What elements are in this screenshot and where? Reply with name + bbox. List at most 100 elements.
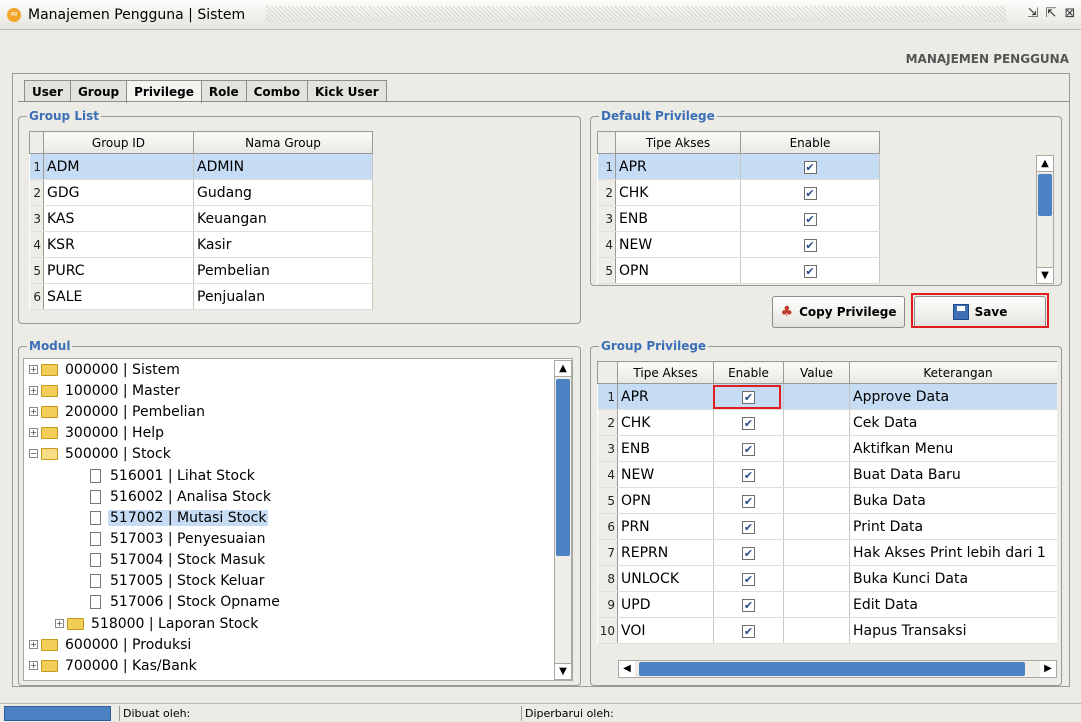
group-id-cell[interactable]: ADM xyxy=(43,153,194,180)
column-header-nama-group[interactable]: Nama Group xyxy=(193,131,373,154)
expand-icon[interactable]: + xyxy=(29,428,38,437)
table-row[interactable]: 4 NEW ✔ xyxy=(597,231,880,258)
table-row[interactable]: 6 PRN ✔ Print Data xyxy=(597,513,1057,540)
tree-item-000000[interactable]: +000000 | Sistem xyxy=(29,359,182,380)
enable-checkbox[interactable]: ✔ xyxy=(803,186,817,200)
access-type-cell[interactable]: REPRN xyxy=(617,539,714,566)
access-type-cell[interactable]: UNLOCK xyxy=(617,565,714,592)
table-row[interactable]: 8 UNLOCK ✔ Buka Kunci Data xyxy=(597,565,1057,592)
scroll-thumb[interactable] xyxy=(1038,174,1052,216)
access-type-cell[interactable]: ENB xyxy=(615,205,741,232)
access-type-cell[interactable]: NEW xyxy=(617,461,714,488)
access-type-cell[interactable]: OPN xyxy=(617,487,714,514)
group-name-cell[interactable]: Pembelian xyxy=(193,257,373,284)
enable-checkbox[interactable]: ✔ xyxy=(742,442,755,456)
expand-icon[interactable]: + xyxy=(29,365,38,374)
table-row[interactable]: 5 OPN ✔ Buka Data xyxy=(597,487,1057,514)
close-icon[interactable]: ⊠ xyxy=(1062,6,1078,22)
enable-checkbox[interactable]: ✔ xyxy=(803,238,817,252)
tab-privilege[interactable]: Privilege xyxy=(126,80,202,103)
expand-icon[interactable]: + xyxy=(29,640,38,649)
tree-item-517004[interactable]: 517004 | Stock Masuk xyxy=(90,549,267,570)
scroll-thumb[interactable] xyxy=(556,379,570,556)
tree-item-517005[interactable]: 517005 | Stock Keluar xyxy=(90,570,266,591)
expand-icon[interactable]: + xyxy=(29,386,38,395)
scroll-down-icon[interactable]: ▼ xyxy=(555,663,571,679)
restore-icon[interactable]: ⇲ xyxy=(1025,6,1041,22)
table-row[interactable]: 3 ENB ✔ xyxy=(597,205,880,232)
scroll-up-icon[interactable]: ▲ xyxy=(555,361,571,377)
enable-checkbox[interactable]: ✔ xyxy=(742,520,755,534)
tree-item-516002[interactable]: 516002 | Analisa Stock xyxy=(90,486,273,507)
table-row[interactable]: 5 OPN ✔ xyxy=(597,257,880,284)
table-row[interactable]: 3 ENB ✔ Aktifkan Menu xyxy=(597,435,1057,462)
tree-item-100000[interactable]: +100000 | Master xyxy=(29,380,182,401)
scroll-down-icon[interactable]: ▼ xyxy=(1037,267,1053,283)
enable-checkbox[interactable]: ✔ xyxy=(803,264,817,278)
value-cell[interactable] xyxy=(783,513,850,540)
tree-item-518000[interactable]: +518000 | Laporan Stock xyxy=(55,613,260,634)
group-name-cell[interactable]: Kasir xyxy=(193,231,373,258)
value-cell[interactable] xyxy=(783,617,850,644)
access-type-cell[interactable]: APR xyxy=(617,383,714,410)
expand-icon[interactable]: + xyxy=(29,407,38,416)
tab-user[interactable]: User xyxy=(24,80,71,102)
group-id-cell[interactable]: GDG xyxy=(43,179,194,206)
tree-item-516001[interactable]: 516001 | Lihat Stock xyxy=(90,465,257,486)
table-row[interactable]: 4 KSR Kasir xyxy=(29,231,373,258)
group-name-cell[interactable]: Penjualan xyxy=(193,283,373,310)
enable-checkbox[interactable]: ✔ xyxy=(742,572,755,586)
value-cell[interactable] xyxy=(783,409,850,436)
access-type-cell[interactable]: CHK xyxy=(617,409,714,436)
scroll-thumb[interactable] xyxy=(639,662,1025,676)
access-type-cell[interactable]: CHK xyxy=(615,179,741,206)
enable-checkbox[interactable]: ✔ xyxy=(742,494,755,508)
column-header-value[interactable]: Value xyxy=(783,361,850,384)
table-row[interactable]: 2 CHK ✔ xyxy=(597,179,880,206)
table-row[interactable]: 10 VOI ✔ Hapus Transaksi xyxy=(597,617,1057,644)
tab-kick-user[interactable]: Kick User xyxy=(307,80,387,102)
table-row[interactable]: 6 SALE Penjualan xyxy=(29,283,373,310)
column-header-tipe-akses[interactable]: Tipe Akses xyxy=(617,361,714,384)
table-row[interactable]: 5 PURC Pembelian xyxy=(29,257,373,284)
value-cell[interactable] xyxy=(783,487,850,514)
column-header-enable[interactable]: Enable xyxy=(713,361,784,384)
enable-checkbox[interactable]: ✔ xyxy=(803,160,817,174)
expand-icon[interactable]: + xyxy=(55,619,64,628)
default-privilege-scrollbar[interactable]: ▲ ▼ xyxy=(1036,155,1054,284)
enable-checkbox[interactable]: ✔ xyxy=(742,468,755,482)
tree-item-200000[interactable]: +200000 | Pembelian xyxy=(29,401,207,422)
group-id-cell[interactable]: PURC xyxy=(43,257,194,284)
table-row[interactable]: 4 NEW ✔ Buat Data Baru xyxy=(597,461,1057,488)
enable-checkbox[interactable]: ✔ xyxy=(742,546,755,560)
maximize-icon[interactable]: ⇱ xyxy=(1043,6,1059,22)
access-type-cell[interactable]: PRN xyxy=(617,513,714,540)
scroll-right-icon[interactable]: ▶ xyxy=(1040,661,1056,677)
group-id-cell[interactable]: KAS xyxy=(43,205,194,232)
enable-checkbox[interactable]: ✔ xyxy=(742,416,755,430)
tab-combo[interactable]: Combo xyxy=(245,80,308,102)
table-row[interactable]: 1 APR ✔ Approve Data xyxy=(597,383,1057,410)
column-header-tipe-akses[interactable]: Tipe Akses xyxy=(615,131,741,154)
access-type-cell[interactable]: NEW xyxy=(615,231,741,258)
enable-checkbox[interactable]: ✔ xyxy=(742,390,755,404)
tree-item-600000[interactable]: +600000 | Produksi xyxy=(29,634,193,655)
access-type-cell[interactable]: OPN xyxy=(615,257,741,284)
modul-tree[interactable]: +000000 | Sistem +100000 | Master +20000… xyxy=(23,358,573,681)
table-row[interactable]: 7 REPRN ✔ Hak Akses Print lebih dari 1 xyxy=(597,539,1057,566)
group-id-cell[interactable]: SALE xyxy=(43,283,194,310)
value-cell[interactable] xyxy=(783,435,850,462)
table-row[interactable]: 1 APR ✔ xyxy=(597,153,880,180)
tab-group[interactable]: Group xyxy=(69,80,128,102)
access-type-cell[interactable]: APR xyxy=(615,153,741,180)
tree-item-500000[interactable]: − 500000 | Stock xyxy=(29,443,173,464)
value-cell[interactable] xyxy=(783,383,850,410)
tree-item-517006[interactable]: 517006 | Stock Opname xyxy=(90,591,282,612)
access-type-cell[interactable]: UPD xyxy=(617,591,714,618)
column-header-keterangan[interactable]: Keterangan xyxy=(849,361,1057,384)
table-row[interactable]: 1 ADM ADMIN xyxy=(29,153,373,180)
enable-checkbox[interactable]: ✔ xyxy=(742,598,755,612)
group-name-cell[interactable]: ADMIN xyxy=(193,153,373,180)
tab-role[interactable]: Role xyxy=(200,80,247,102)
group-privilege-hscrollbar[interactable]: ◀ ▶ xyxy=(618,660,1057,678)
